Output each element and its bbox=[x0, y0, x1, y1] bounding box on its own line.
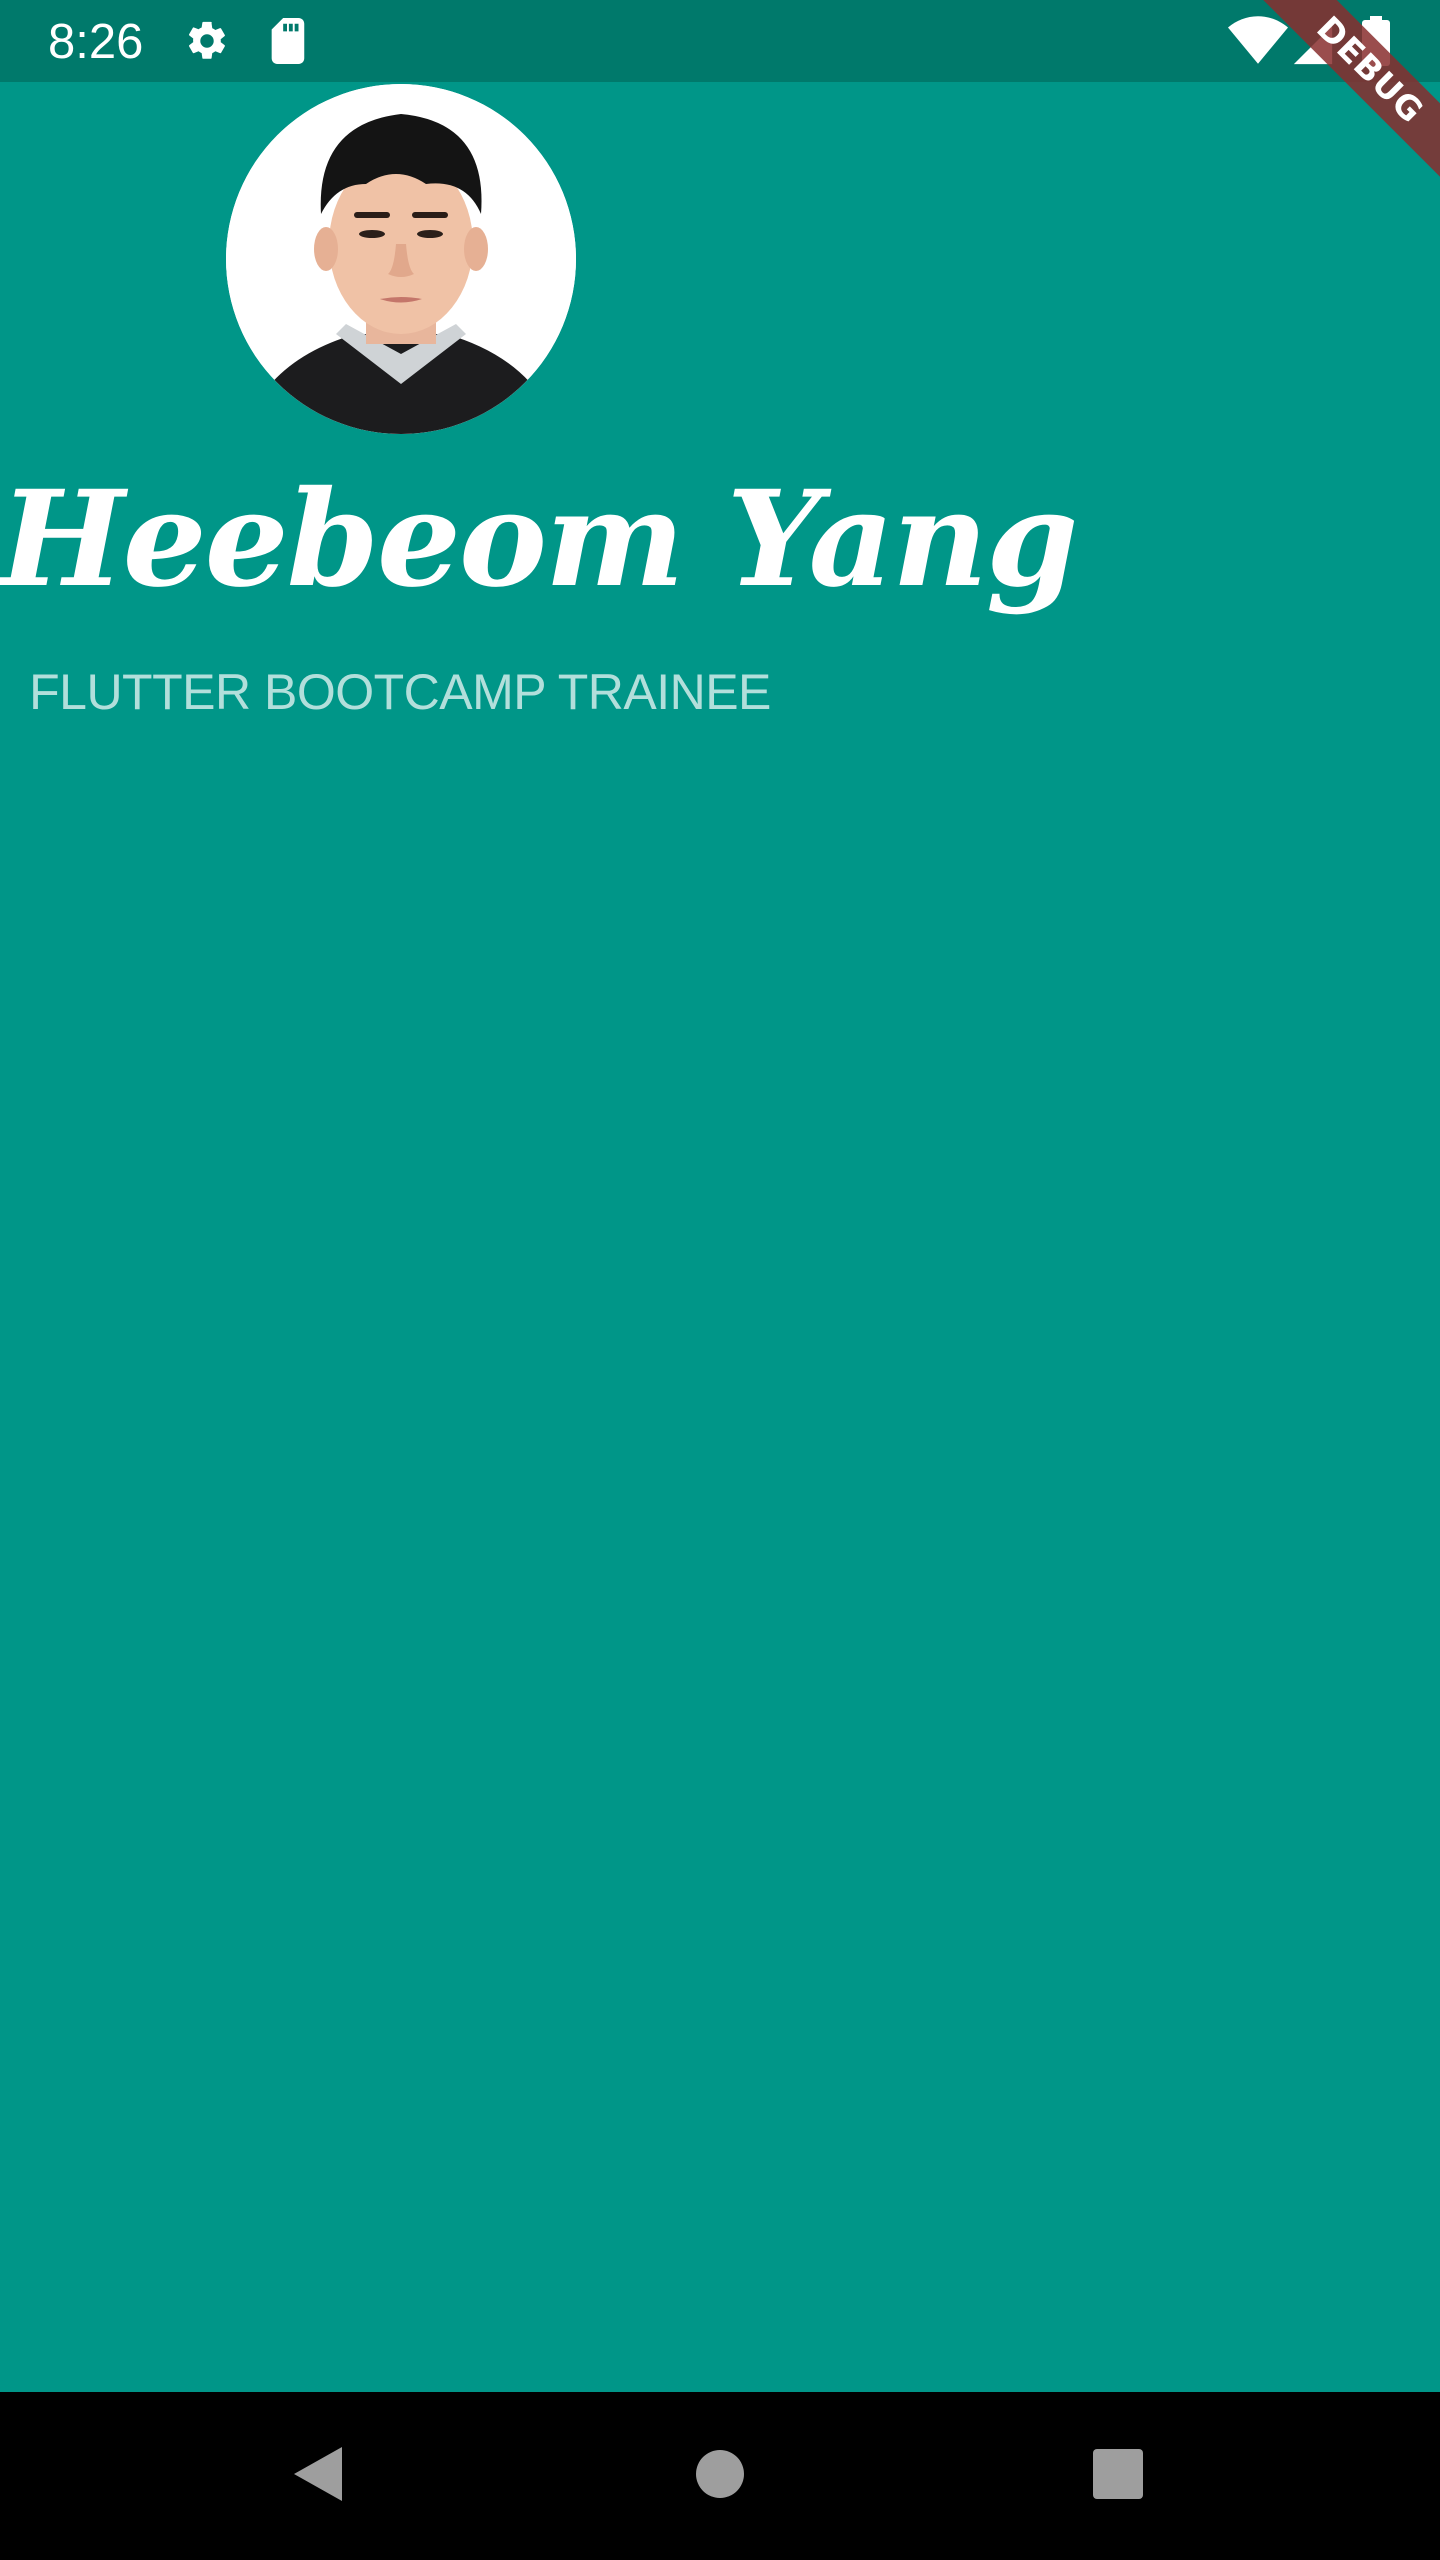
recents-button[interactable] bbox=[1018, 2392, 1218, 2560]
profile-name: Heebeom Yang bbox=[0, 462, 1078, 617]
sd-card-icon bbox=[266, 18, 308, 68]
avatar bbox=[226, 84, 576, 434]
profile-role: FLUTTER BOOTCAMP TRAINEE bbox=[29, 664, 771, 720]
back-icon bbox=[290, 2443, 346, 2509]
profile-photo bbox=[226, 84, 576, 434]
recents-icon bbox=[1091, 2447, 1145, 2505]
home-button[interactable] bbox=[620, 2392, 820, 2560]
debug-label: DEBUG bbox=[1245, 0, 1440, 195]
status-bar: 8:26 bbox=[0, 0, 1440, 82]
settings-icon bbox=[184, 18, 230, 68]
navigation-bar bbox=[0, 2392, 1440, 2560]
home-icon bbox=[694, 2448, 746, 2504]
back-button[interactable] bbox=[218, 2392, 418, 2560]
app-screen: 8:26 DEBUG Heebeom Yang FLUTTER BOOTCAMP… bbox=[0, 0, 1440, 2560]
debug-banner: DEBUG bbox=[1240, 0, 1440, 200]
status-time: 8:26 bbox=[48, 15, 144, 69]
